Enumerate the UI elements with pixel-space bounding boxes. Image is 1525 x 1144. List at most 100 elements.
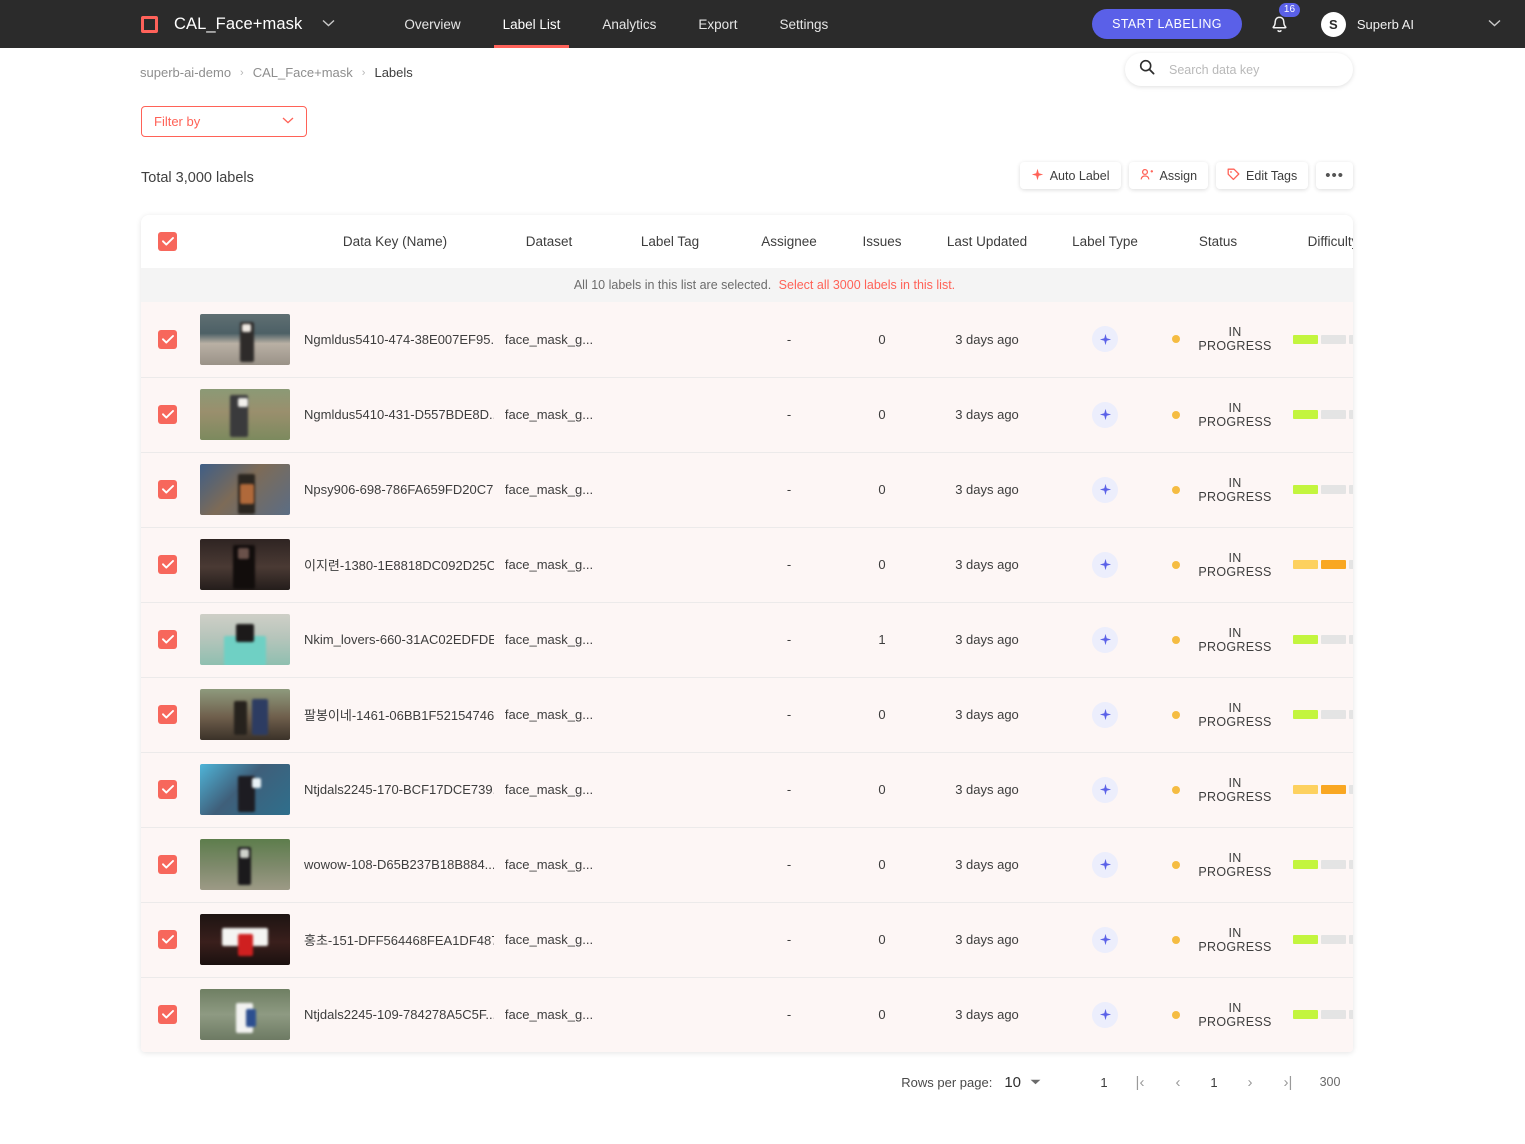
row-data-key[interactable]: wowow-108-D65B237B18B884... <box>296 827 494 903</box>
column-header-difficulty[interactable]: Difficulty <box>1278 215 1353 268</box>
status-badge: IN PROGRESS <box>1198 1000 1272 1029</box>
table-row[interactable]: Nkim_lovers-660-31AC02EDFDE... face_mask_… <box>141 602 1353 678</box>
nav-item-export[interactable]: Export <box>677 0 758 48</box>
table-row[interactable]: Ngmldus5410-474-38E007EF95... face_mask_g… <box>141 302 1353 378</box>
column-header-data-key[interactable]: Data Key (Name) <box>296 215 494 268</box>
row-data-key[interactable]: Ntjdals2245-109-784278A5C5F... <box>296 977 494 1052</box>
first-page-button[interactable]: |‹ <box>1121 1074 1159 1091</box>
difficulty-segment <box>1348 785 1353 794</box>
table-row[interactable]: wowow-108-D65B237B18B884... face_mask_g..… <box>141 827 1353 903</box>
row-checkbox[interactable] <box>158 705 177 724</box>
column-header-status[interactable]: Status <box>1158 215 1278 268</box>
table-row[interactable]: Ntjdals2245-170-BCF17DCE739... face_mask_… <box>141 752 1353 828</box>
thumbnail-image[interactable] <box>200 989 290 1041</box>
row-data-key[interactable]: Ngmldus5410-431-D557BDE8D... <box>296 377 494 453</box>
column-header-assignee[interactable]: Assignee <box>736 215 842 268</box>
table-row[interactable]: Ntjdals2245-109-784278A5C5F... face_mask_… <box>141 977 1353 1052</box>
row-data-key[interactable]: Ntjdals2245-170-BCF17DCE739... <box>296 752 494 828</box>
filter-by-dropdown[interactable]: Filter by <box>141 106 307 137</box>
avatar[interactable]: S <box>1320 11 1346 37</box>
breadcrumb-separator-icon: › <box>240 66 244 79</box>
row-checkbox[interactable] <box>158 630 177 649</box>
row-thumbnail-cell <box>194 527 296 603</box>
column-header-label-tag[interactable]: Label Tag <box>604 215 736 268</box>
row-data-key[interactable]: Nkim_lovers-660-31AC02EDFDE... <box>296 602 494 678</box>
row-issues: 0 <box>842 977 922 1052</box>
thumbnail-image[interactable] <box>200 389 290 440</box>
start-labeling-button[interactable]: START LABELING <box>1092 9 1242 39</box>
selection-notice-text: All 10 labels in this list are selected. <box>573 278 772 292</box>
row-checkbox[interactable] <box>158 405 177 424</box>
nav-item-analytics[interactable]: Analytics <box>581 0 677 48</box>
row-checkbox[interactable] <box>158 930 177 949</box>
project-switch-chevron-down-icon[interactable] <box>322 18 335 30</box>
auto-label-icon <box>1092 776 1118 803</box>
row-thumbnail-cell <box>194 377 296 453</box>
search-box[interactable] <box>1125 53 1353 86</box>
row-select-cell <box>141 527 194 603</box>
row-label-type-cell <box>1052 527 1158 603</box>
column-header-dataset[interactable]: Dataset <box>494 215 604 268</box>
thumbnail-image[interactable] <box>200 614 290 665</box>
thumbnail-image[interactable] <box>200 313 290 365</box>
difficulty-segment <box>1292 410 1318 419</box>
status-badge: IN PROGRESS <box>1198 775 1272 804</box>
nav-item-settings[interactable]: Settings <box>758 0 849 48</box>
edit-tags-button[interactable]: Edit Tags <box>1216 162 1309 189</box>
row-checkbox[interactable] <box>158 555 177 574</box>
previous-page-button[interactable]: ‹ <box>1159 1074 1197 1091</box>
thumbnail-image[interactable] <box>200 764 290 815</box>
nav-item-label-list[interactable]: Label List <box>482 0 582 48</box>
rows-per-page-select[interactable]: 10 <box>1004 1074 1041 1091</box>
row-label-tag <box>604 302 736 378</box>
select-all-labels-link[interactable]: Select all 3000 labels in this list. <box>779 278 955 292</box>
row-label-type-cell <box>1052 902 1158 978</box>
status-dot-icon <box>1172 935 1180 944</box>
row-data-key[interactable]: 팔봉이네-1461-06BB1F52154746... <box>296 677 494 753</box>
thumbnail-image[interactable] <box>200 689 290 740</box>
app-logo-icon[interactable] <box>138 13 160 35</box>
breadcrumb-item-project[interactable]: CAL_Face+mask <box>253 65 353 80</box>
row-checkbox[interactable] <box>158 855 177 874</box>
row-checkbox[interactable] <box>158 780 177 799</box>
row-data-key[interactable]: 홍초-151-DFF564468FEA1DF487... <box>296 902 494 978</box>
row-label-type-cell <box>1052 602 1158 678</box>
row-checkbox[interactable] <box>158 329 177 349</box>
table-row[interactable]: 이지련-1380-1E8818DC092D25C... face_mask_g..… <box>141 527 1353 603</box>
notifications-button[interactable]: 16 <box>1268 3 1301 39</box>
breadcrumb-item-workspace[interactable]: superb-ai-demo <box>140 65 231 80</box>
thumbnail-image[interactable] <box>200 464 290 515</box>
row-assignee: - <box>736 827 842 903</box>
next-page-button[interactable]: › <box>1231 1074 1269 1091</box>
table-row[interactable]: Npsy906-698-786FA659FD20C7... face_mask_g… <box>141 452 1353 528</box>
table-row[interactable]: 팔봉이네-1461-06BB1F52154746... face_mask_g..… <box>141 677 1353 753</box>
assign-button[interactable]: Assign <box>1128 162 1209 189</box>
row-data-key[interactable]: 이지련-1380-1E8818DC092D25C... <box>296 527 494 603</box>
user-menu-chevron-down-icon[interactable] <box>1488 18 1501 30</box>
thumbnail-image[interactable] <box>200 914 290 965</box>
row-thumbnail-cell <box>194 752 296 828</box>
column-header-issues[interactable]: Issues <box>842 215 922 268</box>
thumbnail-image[interactable] <box>200 539 290 590</box>
difficulty-meter <box>1278 485 1353 494</box>
table-row[interactable]: Ngmldus5410-431-D557BDE8D... face_mask_g.… <box>141 377 1353 453</box>
row-checkbox[interactable] <box>158 1005 177 1025</box>
row-difficulty-cell <box>1278 452 1353 528</box>
last-page-button[interactable]: ›| <box>1269 1074 1307 1091</box>
status-dot-icon <box>1172 1010 1180 1019</box>
row-data-key[interactable]: Npsy906-698-786FA659FD20C7... <box>296 452 494 528</box>
column-header-label-type[interactable]: Label Type <box>1052 215 1158 268</box>
row-issues: 0 <box>842 902 922 978</box>
row-checkbox[interactable] <box>158 480 177 499</box>
auto-label-button[interactable]: Auto Label <box>1019 162 1121 189</box>
difficulty-segment <box>1348 410 1353 419</box>
thumbnail-image[interactable] <box>200 839 290 890</box>
search-input[interactable] <box>1167 61 1337 78</box>
row-data-key[interactable]: Ngmldus5410-474-38E007EF95... <box>296 302 494 378</box>
select-all-checkbox[interactable] <box>158 232 177 251</box>
table-row[interactable]: 홍초-151-DFF564468FEA1DF487... face_mask_g.… <box>141 902 1353 978</box>
row-label-tag <box>604 602 736 678</box>
nav-item-overview[interactable]: Overview <box>383 0 481 48</box>
more-options-button[interactable]: ••• <box>1316 162 1353 189</box>
column-header-last-updated[interactable]: Last Updated <box>922 215 1052 268</box>
